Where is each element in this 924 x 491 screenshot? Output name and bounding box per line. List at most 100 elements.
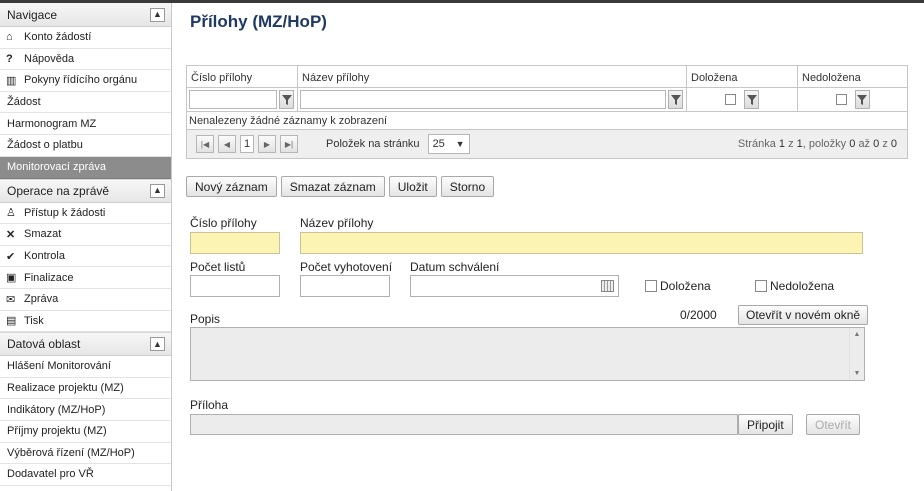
- save-button[interactable]: Uložit: [388, 176, 437, 197]
- dolozena-label: Doložena: [660, 279, 711, 293]
- sidebar: Navigace ▲ ⌂ Konto žádostí ? Nápověda ▥ …: [0, 3, 172, 491]
- pocet-vyhotoveni-field[interactable]: [300, 275, 390, 297]
- sidebar-item-label: Pokyny řídícího orgánu: [24, 74, 138, 87]
- sidebar-item-label: Přístup k žádosti: [24, 206, 106, 219]
- sidebar-item-label: Žádost: [7, 96, 41, 109]
- per-page-label: Položek na stránku: [326, 138, 420, 150]
- sidebar-item-prijmy[interactable]: Příjmy projektu (MZ): [0, 421, 171, 443]
- popis-textarea[interactable]: ▲ ▼: [190, 327, 865, 381]
- sidebar-item-tisk[interactable]: ▤ Tisk: [0, 311, 171, 333]
- filter-dolozena-checkbox[interactable]: [725, 94, 736, 105]
- filter-icon[interactable]: [279, 90, 294, 109]
- per-page-select[interactable]: 25 ▼: [427, 134, 470, 154]
- priloha-label: Příloha: [190, 398, 229, 412]
- priloha-file-field: [190, 414, 738, 435]
- pocet-vyhotoveni-label: Počet vyhotovení: [300, 260, 393, 274]
- sidebar-item-indikatory[interactable]: Indikátory (MZ/HoP): [0, 399, 171, 421]
- collapse-data-area-button[interactable]: ▲: [150, 337, 165, 352]
- filter-cell-dolozena: [687, 88, 798, 111]
- nazev-label: Název přílohy: [300, 216, 374, 230]
- sidebar-item-hlaseni[interactable]: Hlášení Monitorování: [0, 356, 171, 378]
- dolozena-checkbox-wrap[interactable]: Doložena: [645, 279, 711, 293]
- cislo-field[interactable]: [190, 232, 280, 254]
- filter-nazev-input[interactable]: [300, 90, 666, 109]
- sidebar-item-label: Příjmy projektu (MZ): [7, 425, 107, 438]
- filter-cell-nedolozena: [798, 88, 907, 111]
- filter-icon[interactable]: [744, 90, 759, 109]
- column-header-dolozena[interactable]: Doložena: [687, 66, 798, 87]
- collapse-nav-button[interactable]: ▲: [150, 7, 165, 22]
- sidebar-item-label: Indikátory (MZ/HoP): [7, 403, 106, 416]
- filter-icon[interactable]: [854, 90, 870, 109]
- sidebar-item-label: Nápověda: [24, 52, 75, 65]
- popis-label: Popis: [190, 312, 221, 326]
- column-header-nedolozena[interactable]: Nedoložena: [798, 66, 907, 87]
- sidebar-item-monitorovaci-zprava[interactable]: Monitorovací zpráva: [0, 156, 171, 179]
- last-page-icon[interactable]: ▶|: [280, 135, 298, 153]
- sidebar-item-kontrola[interactable]: ✔ Kontrola: [0, 246, 171, 268]
- collapse-operations-button[interactable]: ▲: [150, 183, 165, 198]
- sidebar-item-label: Zpráva: [24, 293, 59, 306]
- nedolozena-label: Nedoložena: [770, 279, 835, 293]
- cancel-button[interactable]: Storno: [440, 176, 495, 197]
- home-icon: ⌂: [6, 31, 13, 44]
- grid-empty-message: Nenalezeny žádné záznamy k zobrazení: [187, 112, 907, 130]
- calendar-icon[interactable]: [601, 280, 614, 292]
- sidebar-item-dodavatel[interactable]: Dodavatel pro VŘ: [0, 464, 171, 486]
- grid-filter-row: [187, 88, 907, 112]
- mail-icon: ✉: [6, 293, 16, 306]
- attach-button[interactable]: Připojit: [738, 414, 793, 435]
- sidebar-item-harmonogram[interactable]: Harmonogram MZ: [0, 113, 171, 135]
- pocet-listu-label: Počet listů: [190, 260, 246, 274]
- sidebar-item-label: Hlášení Monitorování: [7, 360, 111, 373]
- sidebar-item-vyberova-rizeni[interactable]: Výběrová řízení (MZ/HoP): [0, 443, 171, 465]
- sidebar-item-smazat[interactable]: ✕ Smazat: [0, 224, 171, 246]
- sidebar-item-pokyny[interactable]: ▥ Pokyny řídícího orgánu: [0, 70, 171, 92]
- sidebar-item-label: Smazat: [24, 228, 62, 241]
- sidebar-item-label: Dodavatel pro VŘ: [7, 468, 94, 481]
- delete-record-button[interactable]: Smazat záznam: [280, 176, 385, 197]
- open-new-window-button[interactable]: Otevřít v novém okně: [738, 305, 869, 325]
- sidebar-item-zadost[interactable]: Žádost: [0, 92, 171, 114]
- filter-icon[interactable]: [668, 90, 683, 109]
- new-record-button[interactable]: Nový záznam: [186, 176, 277, 197]
- operations-section-header[interactable]: Operace na zprávě ▲: [0, 178, 171, 203]
- nazev-field[interactable]: [300, 232, 863, 254]
- nav-section-title: Navigace: [7, 7, 58, 22]
- nedolozena-checkbox-wrap[interactable]: Nedoložena: [755, 279, 834, 293]
- data-area-section-header[interactable]: Datová oblast ▲: [0, 332, 171, 357]
- sidebar-item-pristup[interactable]: ♙ Přístup k žádosti: [0, 203, 171, 225]
- sidebar-item-label: Konto žádostí: [24, 31, 92, 44]
- data-area-section-title: Datová oblast: [7, 337, 81, 352]
- grid-pager: |◀ ◀ 1 ▶ ▶| Položek na stránku 25 ▼ Strá…: [187, 130, 907, 158]
- filter-cell-nazev: [298, 88, 687, 111]
- sidebar-item-finalizace[interactable]: ▣ Finalizace: [0, 267, 171, 289]
- filter-nedolozena-checkbox[interactable]: [835, 94, 847, 105]
- column-header-nazev[interactable]: Název přílohy: [298, 66, 687, 87]
- grid-header-row: Číslo přílohy Název přílohy Doložena Ned…: [187, 66, 907, 88]
- pocet-listu-field[interactable]: [190, 275, 280, 297]
- operations-section-title: Operace na zprávě: [7, 183, 110, 198]
- sidebar-item-zprava[interactable]: ✉ Zpráva: [0, 289, 171, 311]
- pager-info: Stránka 1 z 1, položky 0 až 0 z 0: [737, 138, 897, 150]
- column-header-cislo[interactable]: Číslo přílohy: [187, 66, 298, 87]
- sidebar-item-realizace[interactable]: Realizace projektu (MZ): [0, 378, 171, 400]
- sidebar-item-label: Výběrová řízení (MZ/HoP): [7, 446, 135, 459]
- sidebar-item-zadost-platba[interactable]: Žádost o platbu: [0, 135, 171, 157]
- dolozena-checkbox[interactable]: [645, 280, 657, 292]
- prev-page-icon[interactable]: ◀: [218, 135, 236, 153]
- nav-section-header[interactable]: Navigace ▲: [0, 3, 171, 27]
- first-page-icon[interactable]: |◀: [196, 135, 214, 153]
- nedolozena-checkbox[interactable]: [755, 280, 767, 292]
- next-page-icon[interactable]: ▶: [258, 135, 276, 153]
- sidebar-item-konto[interactable]: ⌂ Konto žádostí: [0, 27, 171, 49]
- filter-cislo-input[interactable]: [189, 90, 277, 109]
- page-number-input[interactable]: 1: [240, 135, 254, 153]
- datum-field[interactable]: [410, 275, 619, 297]
- per-page-value: 25: [432, 138, 445, 150]
- user-icon: ♙: [6, 207, 16, 220]
- sidebar-item-help[interactable]: ? Nápověda: [0, 49, 171, 71]
- help-icon: ?: [6, 52, 13, 65]
- chevron-down-icon: ▼: [455, 139, 465, 149]
- scrollbar[interactable]: ▲ ▼: [849, 328, 864, 380]
